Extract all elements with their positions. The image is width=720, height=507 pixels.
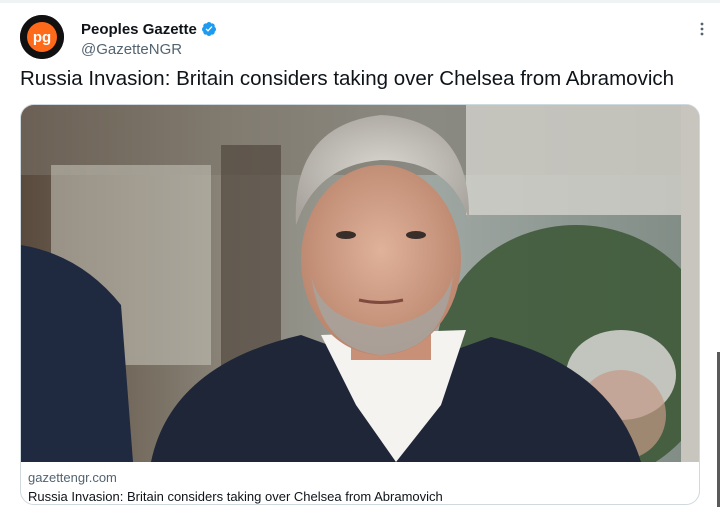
avatar[interactable]: pg (20, 15, 64, 59)
article-photo (21, 105, 699, 462)
link-card-title: Russia Invasion: Britain considers takin… (28, 489, 443, 504)
svg-text:pg: pg (33, 29, 51, 46)
link-preview-card[interactable]: gazettengr.com Russia Invasion: Britain … (20, 104, 700, 505)
top-divider (0, 0, 720, 3)
verified-badge-icon (201, 21, 217, 37)
tweet-header: pg Peoples Gazette @GazetteNGR (20, 15, 710, 65)
link-card-domain: gazettengr.com (28, 470, 117, 485)
pg-logo-icon: pg (20, 15, 64, 59)
more-options-icon[interactable] (694, 21, 710, 37)
link-card-meta: gazettengr.com Russia Invasion: Britain … (21, 462, 699, 504)
author-handle[interactable]: @GazetteNGR (81, 41, 217, 58)
author-display-name[interactable]: Peoples Gazette (81, 21, 197, 38)
tweet-text: Russia Invasion: Britain considers takin… (20, 67, 675, 90)
